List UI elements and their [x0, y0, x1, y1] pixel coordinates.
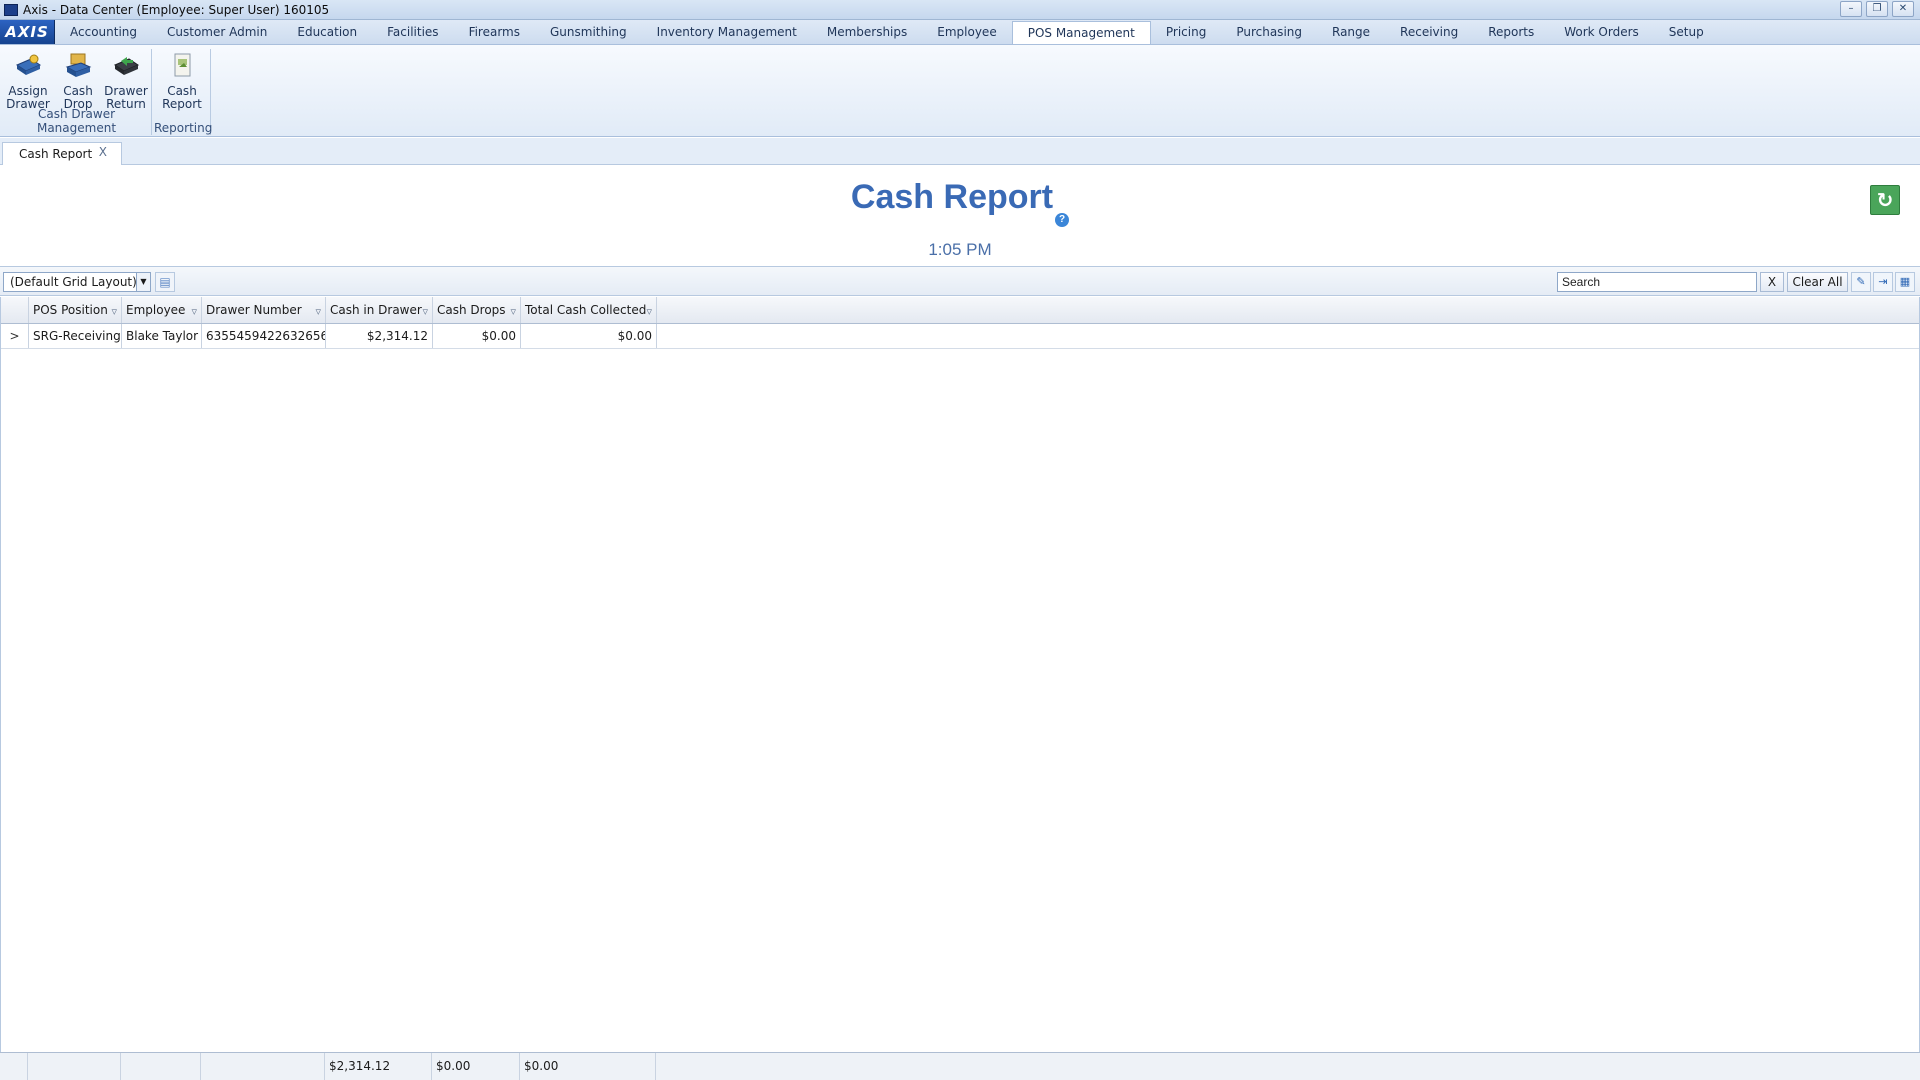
grid-summary-row: $2,314.12 $0.00 $0.00 [0, 1052, 1920, 1080]
column-header-total-cash-collected[interactable]: Total Cash Collected ▿ [521, 297, 657, 323]
cash-report-label-2: Report [162, 97, 202, 111]
document-tab-strip: Cash Report X [0, 138, 1920, 165]
column-header-label: POS Position [33, 303, 108, 317]
menu-education[interactable]: Education [282, 20, 372, 44]
main-menu: AXIS Accounting Customer Admin Education… [0, 20, 1920, 45]
cash-report-icon [174, 53, 191, 77]
summary-employee [121, 1053, 201, 1080]
search-clear-button[interactable]: X [1760, 272, 1784, 292]
ribbon-group-label-cash-drawer: Cash Drawer Management [36, 107, 117, 135]
search-input[interactable] [1557, 272, 1757, 292]
column-chooser-icon[interactable]: ▦ [1895, 272, 1915, 292]
ribbon: Assign Drawer Cash Drop Drawer Return Ca… [0, 45, 1920, 137]
cell-drawer-number: 635545942263265688 [202, 324, 326, 348]
menu-range[interactable]: Range [1317, 20, 1385, 44]
cash-drop-icon [65, 53, 92, 77]
column-header-cash-in-drawer[interactable]: Cash in Drawer ▿ [326, 297, 433, 323]
clear-all-button[interactable]: Clear All [1787, 272, 1848, 292]
cell-cash-in-drawer: $2,314.12 [326, 324, 433, 348]
menu-employee[interactable]: Employee [922, 20, 1011, 44]
pin-icon[interactable]: ✎ [1851, 272, 1871, 292]
grid-layout-select[interactable]: (Default Grid Layout) ▼ [3, 272, 151, 292]
summary-drawer-number [201, 1053, 325, 1080]
cell-pos-position: SRG-Receiving1 [29, 324, 122, 348]
ribbon-group-cash-drawer: Assign Drawer Cash Drop Drawer Return Ca… [2, 49, 152, 135]
drawer-return-button[interactable]: Drawer Return [102, 49, 150, 111]
filter-icon[interactable]: ▿ [191, 298, 197, 323]
filter-icon[interactable]: ▿ [315, 298, 321, 323]
app-icon [4, 3, 18, 16]
save-icon: ▤ [159, 275, 171, 289]
row-selector-header [1, 297, 29, 323]
menu-customer-admin[interactable]: Customer Admin [152, 20, 282, 44]
export-icon[interactable]: ⇥ [1873, 272, 1893, 292]
cash-report-grid: POS Position ▿ Employee ▿ Drawer Number … [0, 297, 1920, 1052]
menu-reports[interactable]: Reports [1473, 20, 1549, 44]
filter-icon[interactable]: ▿ [646, 298, 652, 323]
menu-memberships[interactable]: Memberships [812, 20, 922, 44]
menu-pricing[interactable]: Pricing [1151, 20, 1221, 44]
page-title-text: Cash Report [850, 178, 1054, 216]
cell-employee: Blake Taylor [122, 324, 202, 348]
menu-setup[interactable]: Setup [1654, 20, 1719, 44]
title-bar: Axis - Data Center (Employee: Super User… [0, 0, 1920, 20]
chevron-down-icon[interactable]: ▼ [136, 273, 150, 291]
close-tab-icon[interactable]: X [99, 145, 107, 159]
minimize-button[interactable]: – [1840, 1, 1862, 17]
axis-logo[interactable]: AXIS [0, 20, 55, 44]
summary-cash-in-drawer: $2,314.12 [325, 1053, 432, 1080]
report-time: 1:05 PM [928, 240, 992, 259]
window-controls: – ❐ ✕ [1840, 1, 1914, 17]
window-title: Axis - Data Center (Employee: Super User… [23, 2, 330, 17]
menu-facilities[interactable]: Facilities [372, 20, 453, 44]
filter-icon[interactable]: ▿ [111, 298, 117, 323]
menu-purchasing[interactable]: Purchasing [1221, 20, 1317, 44]
column-header-cash-drops[interactable]: Cash Drops ▿ [433, 297, 521, 323]
column-header-label: Total Cash Collected [525, 303, 647, 317]
menu-receiving[interactable]: Receiving [1385, 20, 1473, 44]
menu-firearms[interactable]: Firearms [454, 20, 535, 44]
menu-pos-management[interactable]: POS Management [1011, 21, 1151, 44]
menu-accounting[interactable]: Accounting [55, 20, 152, 44]
column-header-drawer-number[interactable]: Drawer Number ▿ [202, 297, 326, 323]
maximize-button[interactable]: ❐ [1866, 1, 1888, 17]
column-header-employee[interactable]: Employee ▿ [122, 297, 202, 323]
assign-drawer-icon [15, 54, 42, 75]
drawer-return-icon [113, 57, 140, 75]
cell-cash-drops: $0.00 [433, 324, 521, 348]
column-header-label: Cash in Drawer [330, 303, 422, 317]
row-expander-icon[interactable]: > [1, 324, 29, 348]
menu-gunsmithing[interactable]: Gunsmithing [535, 20, 642, 44]
column-header-label: Drawer Number [206, 303, 302, 317]
filter-icon[interactable]: ▿ [510, 298, 516, 323]
summary-row-selector [0, 1053, 28, 1080]
close-window-button[interactable]: ✕ [1892, 1, 1914, 17]
column-header-label: Cash Drops [437, 303, 506, 317]
tab-cash-report-label: Cash Report [19, 147, 93, 161]
summary-cash-drops: $0.00 [432, 1053, 520, 1080]
help-icon[interactable]: ? [1055, 213, 1070, 227]
refresh-icon: ↻ [1876, 188, 1894, 212]
tab-cash-report[interactable]: Cash Report X [2, 142, 122, 165]
menu-work-orders[interactable]: Work Orders [1549, 20, 1654, 44]
refresh-button[interactable]: ↻ [1870, 185, 1900, 215]
grid-header-row: POS Position ▿ Employee ▿ Drawer Number … [1, 297, 1919, 324]
ribbon-group-label-reporting: Reporting [154, 121, 213, 135]
grid-layout-value: (Default Grid Layout) [10, 275, 137, 289]
summary-total-cash-collected: $0.00 [520, 1053, 656, 1080]
filter-icon[interactable]: ▿ [422, 298, 428, 323]
page-title: Cash Report? [0, 178, 1920, 227]
summary-pos-position [28, 1053, 121, 1080]
column-header-label: Employee [126, 303, 186, 317]
cash-report-button[interactable]: Cash Report [158, 49, 206, 111]
cash-drop-button[interactable]: Cash Drop [54, 49, 102, 111]
column-header-pos-position[interactable]: POS Position ▿ [29, 297, 122, 323]
assign-drawer-button[interactable]: Assign Drawer [4, 49, 52, 111]
menu-inventory-management[interactable]: Inventory Management [642, 20, 812, 44]
grid-toolbar: (Default Grid Layout) ▼ ▤ X Clear All ✎ … [0, 266, 1920, 296]
save-layout-button[interactable]: ▤ [155, 272, 175, 292]
cell-total-cash-collected: $0.00 [521, 324, 657, 348]
table-row[interactable]: > SRG-Receiving1 Blake Taylor 6355459422… [1, 324, 1919, 349]
ribbon-group-reporting: Cash Report Reporting [154, 49, 213, 135]
